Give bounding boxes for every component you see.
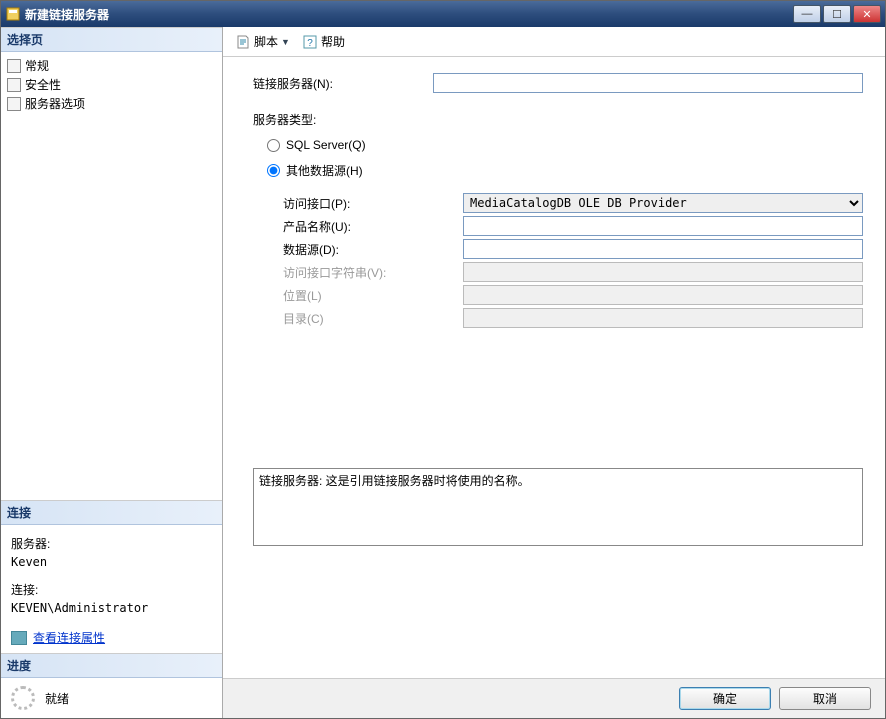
select-page-header: 选择页	[1, 27, 222, 52]
cancel-button[interactable]: 取消	[779, 687, 871, 710]
svg-text:?: ?	[307, 38, 313, 49]
linked-server-input[interactable]	[433, 73, 863, 93]
conn-label: 连接:	[11, 581, 212, 599]
location-label: 位置(L)	[283, 287, 463, 304]
page-server-options[interactable]: 服务器选项	[7, 94, 216, 113]
titlebar[interactable]: 新建链接服务器 — ☐ ✕	[1, 1, 885, 27]
radio-sql-server[interactable]: SQL Server(Q)	[267, 138, 863, 152]
catalog-label: 目录(C)	[283, 310, 463, 327]
main-panel: 脚本 ▼ ? 帮助 链接服务器(N): 服务器类型:	[223, 27, 885, 718]
properties-icon	[11, 631, 27, 645]
row-location: 位置(L)	[283, 285, 863, 305]
chevron-down-icon: ▼	[281, 37, 290, 47]
provstr-input	[463, 262, 863, 282]
provider-label: 访问接口(P):	[283, 195, 463, 212]
progress-section: 就绪	[1, 678, 222, 718]
progress-status: 就绪	[45, 690, 69, 707]
server-value: Keven	[11, 553, 212, 571]
info-box: 链接服务器: 这是引用链接服务器时将使用的名称。	[253, 468, 863, 546]
script-icon	[235, 34, 251, 50]
toolbar: 脚本 ▼ ? 帮助	[223, 27, 885, 57]
dialog-footer: 确定 取消	[223, 678, 885, 718]
form-content: 链接服务器(N): 服务器类型: SQL Server(Q) 其他数据源(H)	[223, 57, 885, 678]
product-input[interactable]	[463, 216, 863, 236]
provstr-label: 访问接口字符串(V):	[283, 264, 463, 281]
row-datasource: 数据源(D):	[283, 239, 863, 259]
row-product: 产品名称(U):	[283, 216, 863, 236]
radio-other-source[interactable]: 其他数据源(H)	[267, 162, 863, 179]
page-icon	[7, 59, 21, 73]
page-security[interactable]: 安全性	[7, 75, 216, 94]
page-label: 常规	[25, 57, 49, 74]
radio-other-input[interactable]	[267, 164, 280, 177]
page-label: 安全性	[25, 76, 61, 93]
ok-button[interactable]: 确定	[679, 687, 771, 710]
catalog-input	[463, 308, 863, 328]
row-provstr: 访问接口字符串(V):	[283, 262, 863, 282]
window-controls: — ☐ ✕	[793, 5, 881, 23]
provider-select[interactable]: MediaCatalogDB OLE DB Provider	[463, 193, 863, 213]
window-title: 新建链接服务器	[25, 6, 793, 23]
close-button[interactable]: ✕	[853, 5, 881, 23]
row-catalog: 目录(C)	[283, 308, 863, 328]
connection-header: 连接	[1, 500, 222, 525]
linked-server-label: 链接服务器(N):	[253, 75, 433, 92]
help-button[interactable]: ? 帮助	[298, 31, 349, 52]
server-label: 服务器:	[11, 535, 212, 553]
location-input	[463, 285, 863, 305]
progress-header: 进度	[1, 653, 222, 678]
server-type-group: SQL Server(Q) 其他数据源(H)	[267, 138, 863, 179]
radio-sql-input[interactable]	[267, 139, 280, 152]
product-label: 产品名称(U):	[283, 218, 463, 235]
page-icon	[7, 78, 21, 92]
page-label: 服务器选项	[25, 95, 85, 112]
script-button[interactable]: 脚本 ▼	[231, 31, 294, 52]
app-icon	[5, 6, 21, 22]
radio-other-label: 其他数据源(H)	[286, 162, 363, 179]
page-general[interactable]: 常规	[7, 56, 216, 75]
help-label: 帮助	[321, 33, 345, 50]
page-tree: 常规 安全性 服务器选项	[1, 52, 222, 117]
dialog-body: 选择页 常规 安全性 服务器选项 连接 服务器: Keven 连接: KEVEN…	[1, 27, 885, 718]
conn-value: KEVEN\Administrator	[11, 599, 212, 617]
dialog-window: 新建链接服务器 — ☐ ✕ 选择页 常规 安全性 服务器选项 连接 服务器: K…	[0, 0, 886, 719]
radio-sql-label: SQL Server(Q)	[286, 138, 366, 152]
other-source-fields: 访问接口(P): MediaCatalogDB OLE DB Provider …	[283, 193, 863, 328]
row-linked-server: 链接服务器(N):	[253, 73, 863, 93]
connection-info: 服务器: Keven 连接: KEVEN\Administrator 查看连接属…	[1, 525, 222, 653]
progress-spinner-icon	[11, 686, 35, 710]
server-type-label: 服务器类型:	[253, 111, 863, 128]
view-connection-props[interactable]: 查看连接属性	[11, 629, 212, 647]
row-provider: 访问接口(P): MediaCatalogDB OLE DB Provider	[283, 193, 863, 213]
datasource-label: 数据源(D):	[283, 241, 463, 258]
datasource-input[interactable]	[463, 239, 863, 259]
maximize-button[interactable]: ☐	[823, 5, 851, 23]
info-text: 链接服务器: 这是引用链接服务器时将使用的名称。	[259, 474, 530, 488]
minimize-button[interactable]: —	[793, 5, 821, 23]
script-label: 脚本	[254, 33, 278, 50]
sidebar: 选择页 常规 安全性 服务器选项 连接 服务器: Keven 连接: KEVEN…	[1, 27, 223, 718]
help-icon: ?	[302, 34, 318, 50]
page-icon	[7, 97, 21, 111]
view-props-link[interactable]: 查看连接属性	[33, 629, 105, 647]
